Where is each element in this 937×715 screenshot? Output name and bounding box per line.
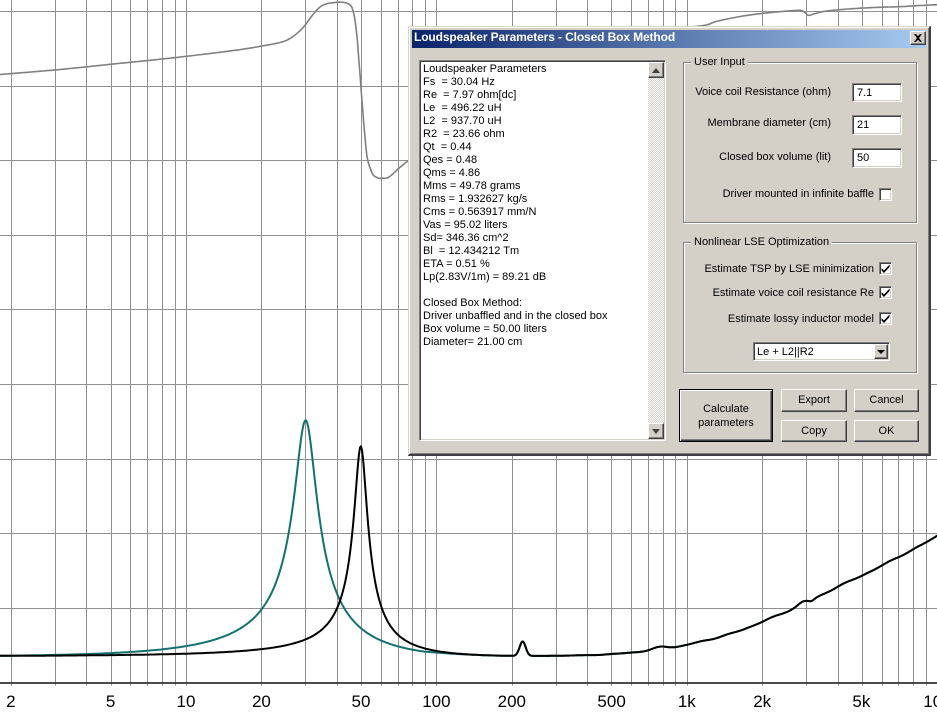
svg-text:2: 2 [6,692,15,711]
svg-text:10k: 10k [923,692,937,711]
svg-text:20: 20 [252,692,271,711]
svg-text:100: 100 [422,692,450,711]
svg-text:5: 5 [106,692,115,711]
svg-text:500: 500 [597,692,625,711]
svg-text:5k: 5k [852,692,870,711]
svg-text:2k: 2k [753,692,771,711]
svg-text:50: 50 [352,692,371,711]
svg-text:200: 200 [498,692,526,711]
svg-text:10: 10 [177,692,196,711]
svg-text:1k: 1k [678,692,696,711]
